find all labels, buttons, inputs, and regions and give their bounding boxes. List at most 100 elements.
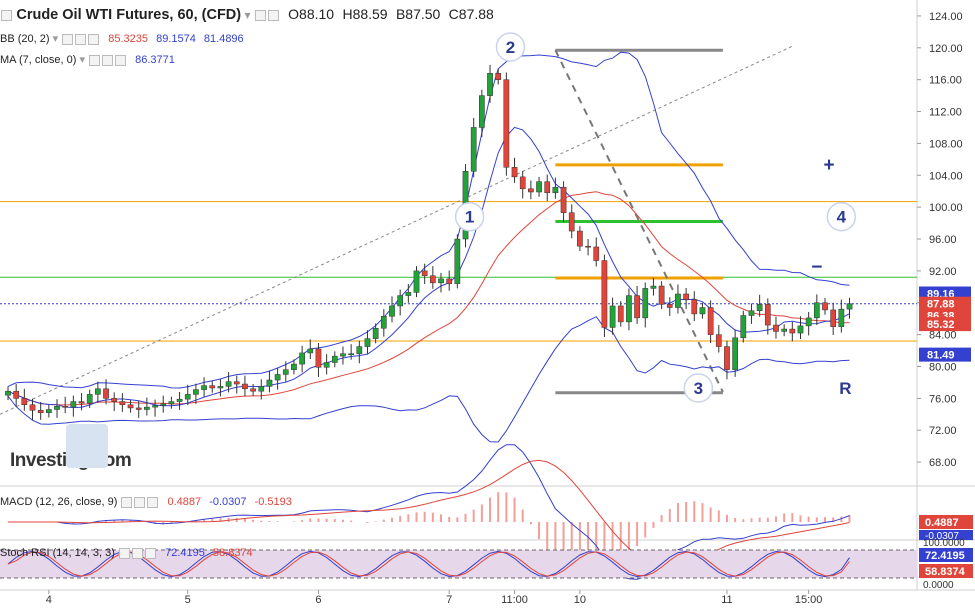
ohlc-bid: B87.50	[395, 6, 441, 22]
candle-body	[764, 304, 771, 326]
candle-body	[37, 410, 44, 413]
y-tick-label: 72.00	[929, 425, 957, 437]
wave-marker: 4	[837, 208, 847, 227]
candle-body	[552, 186, 559, 194]
eye-icon[interactable]	[62, 33, 74, 45]
candle-body	[340, 353, 346, 357]
ohlc-high: H88.59	[342, 6, 388, 22]
chevron-down-icon[interactable]: ▾	[244, 8, 250, 22]
candle-body	[732, 337, 738, 370]
stoch-level-label: 100.0000	[923, 538, 965, 549]
candle-body	[242, 383, 248, 390]
instrument-title: Crude Oil WTI Futures, 60, (CFD)	[16, 7, 242, 23]
settings-icon-2[interactable]	[267, 10, 279, 22]
candle-body	[789, 328, 796, 334]
candle-body	[446, 278, 453, 284]
candle-body	[707, 307, 714, 335]
y-tick-label: 84.00	[929, 330, 957, 342]
eye-icon[interactable]	[89, 54, 101, 66]
candle-body	[315, 348, 322, 368]
candle-body	[544, 181, 551, 194]
candle-body	[487, 73, 493, 96]
candle-body	[813, 302, 820, 319]
candle-body	[601, 260, 608, 328]
close-icon[interactable]	[145, 547, 157, 559]
stoch-d-value: 58.8374	[212, 547, 253, 559]
settings-icon[interactable]	[132, 547, 144, 559]
candle-body	[70, 401, 77, 408]
candle-body	[250, 388, 256, 392]
y-tick-label: 116.00	[929, 75, 962, 87]
y-tick-label: 92.00	[929, 266, 957, 278]
stoch-k-axis-label: 72.4195	[925, 550, 965, 562]
x-tick-label: 15:00	[795, 594, 823, 606]
candle-body	[78, 401, 85, 404]
y-tick-label: 108.00	[929, 138, 963, 150]
candle-body	[13, 390, 20, 399]
wave-marker: +	[824, 155, 835, 176]
close-icon[interactable]	[115, 54, 127, 66]
candle-body	[511, 167, 518, 178]
candle-body	[683, 293, 689, 300]
chevron-down-icon[interactable]: ▾	[53, 33, 59, 45]
x-tick-label: 5	[185, 594, 191, 606]
candle-body	[62, 406, 69, 408]
candle-body	[184, 394, 191, 400]
chart-canvas[interactable]: 124.00120.00116.00112.00108.00104.00100.…	[0, 0, 975, 612]
candle-body	[380, 316, 387, 329]
y-tick-label: 76.00	[929, 393, 957, 405]
candle-body	[266, 379, 273, 387]
ma-label: MA (7, close, 0)	[0, 54, 77, 66]
candle-body	[372, 327, 379, 339]
wave-marker: −	[811, 257, 822, 278]
wave-marker: 1	[465, 208, 474, 227]
stoch-label: Stoch RSI (14, 14, 3, 3)	[0, 547, 115, 559]
ma-legend: MA (7, close, 0) ▾ 86.3771	[0, 53, 175, 66]
candle-body	[193, 389, 199, 395]
candle-body	[830, 309, 837, 327]
candle-body	[536, 181, 542, 193]
candle-body	[454, 238, 461, 284]
candle-body	[86, 394, 93, 404]
macd-legend: MACD (12, 26, close, 9) 0.4887 -0.0307 -…	[0, 496, 292, 508]
candle-body	[593, 246, 600, 261]
macd-value: 0.4887	[167, 496, 202, 508]
stoch-level-label: 0.0000	[923, 580, 954, 591]
candle-body	[756, 304, 763, 311]
chevron-down-icon[interactable]: ▾	[79, 54, 85, 66]
eye-icon[interactable]	[119, 547, 131, 559]
candle-body	[176, 398, 183, 402]
x-tick-label: 7	[446, 594, 452, 606]
candle-body	[585, 245, 591, 248]
close-icon[interactable]	[88, 33, 100, 45]
settings-icon[interactable]	[75, 33, 87, 45]
candle-body	[658, 285, 665, 305]
candle-body	[479, 95, 485, 128]
settings-icon[interactable]	[102, 54, 114, 66]
candle-body	[699, 307, 706, 315]
candle-body	[781, 328, 787, 332]
x-tick-label: 11:00	[501, 594, 528, 606]
x-tick-label: 11	[721, 594, 732, 606]
y-tick-label: 68.00	[929, 457, 957, 469]
candle-body	[838, 308, 845, 327]
bb-legend: BB (20, 2) ▾ 85.3235 89.1574 81.4896	[0, 32, 244, 45]
y-tick-label: 104.00	[929, 170, 963, 182]
candle-body	[397, 295, 404, 307]
settings-icon[interactable]	[134, 496, 146, 508]
candle-body	[168, 401, 175, 405]
candle-body	[528, 188, 534, 193]
bb-lower-value: 81.4896	[203, 33, 244, 45]
candle-body	[119, 401, 126, 405]
eye-icon[interactable]	[121, 496, 133, 508]
candle-body	[225, 381, 232, 387]
candle-body	[405, 292, 412, 296]
settings-icon[interactable]	[254, 10, 266, 22]
close-icon[interactable]	[147, 496, 159, 508]
y-tick-label: 120.00	[929, 43, 963, 55]
collapse-toggle-icon[interactable]	[1, 10, 12, 22]
wave-marker: 3	[694, 379, 703, 398]
x-tick-label: 6	[315, 594, 321, 606]
candle-body	[675, 293, 681, 308]
wave-marker: R	[839, 379, 851, 398]
